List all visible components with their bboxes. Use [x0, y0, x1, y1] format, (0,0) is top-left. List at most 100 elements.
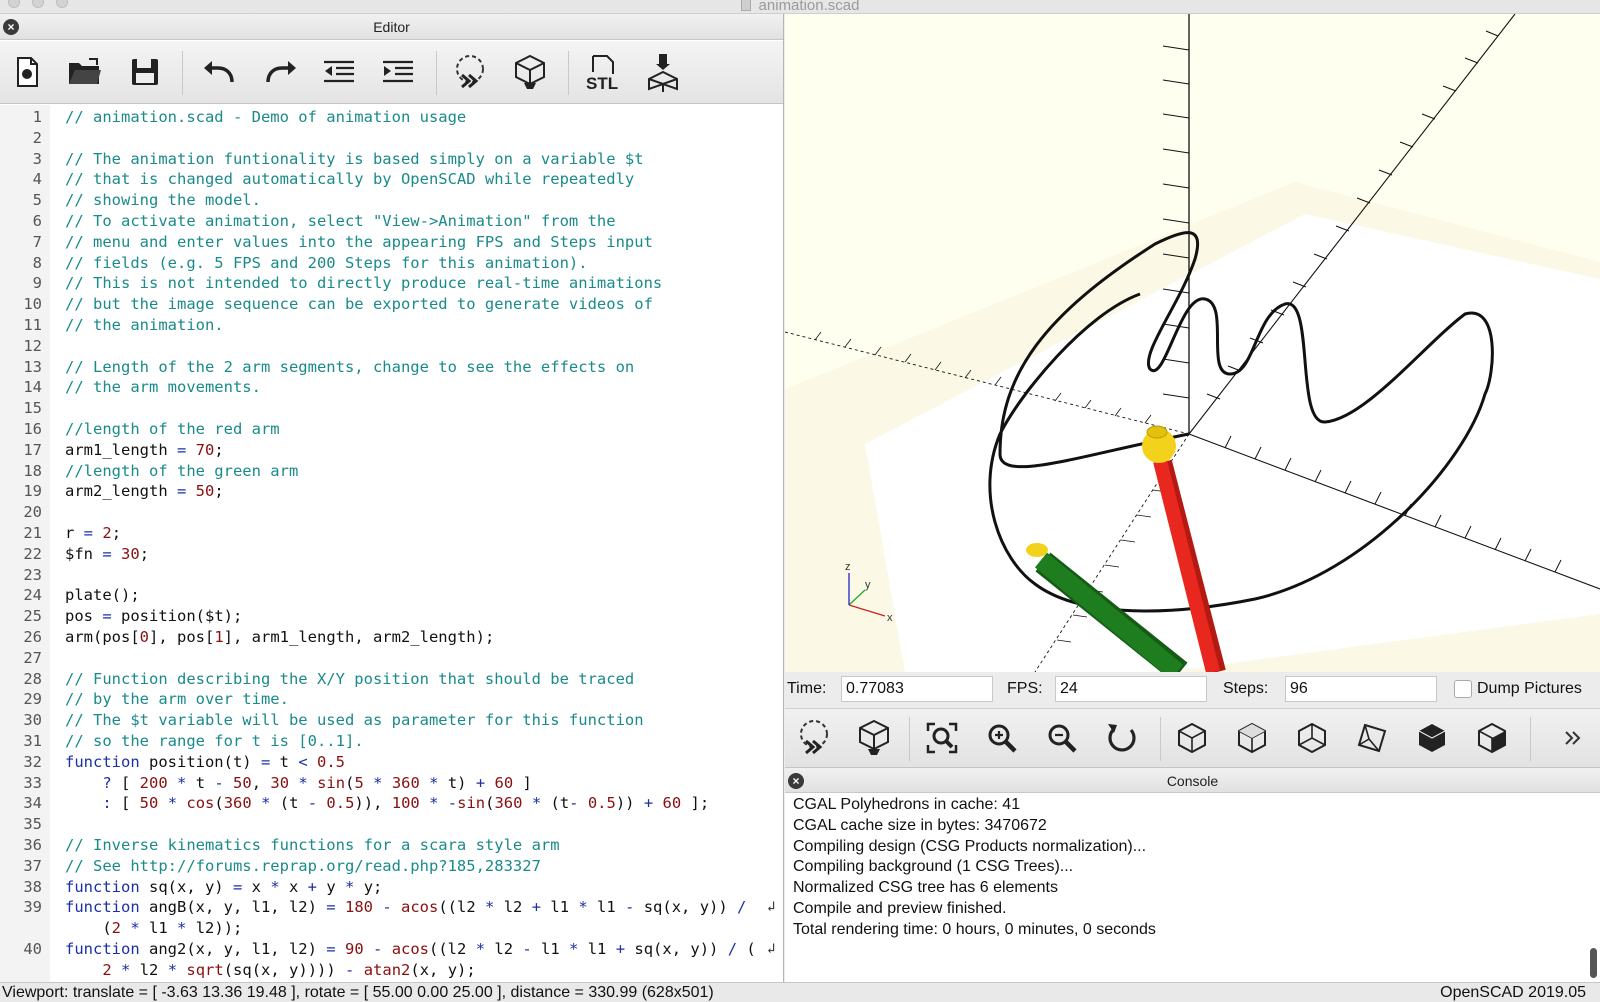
console-line: CGAL Polyhedrons in cache: 41 [793, 796, 1021, 813]
line-number: 39 [23, 898, 42, 917]
line-number: 12 [23, 336, 42, 355]
code-line[interactable]: 2 * l2 * sqrt(sq(x, y)))) - atan2(x, y); [0, 960, 783, 981]
code-line[interactable]: 7 // menu and enter values into the appea… [0, 232, 783, 253]
line-number: 19 [23, 482, 42, 501]
code-line[interactable]: 8 // fields (e.g. 5 FPS and 200 Steps for… [0, 253, 783, 274]
line-number: 37 [23, 856, 42, 875]
code-line[interactable]: 38 function sq(x, y) = x * x + y * y; [0, 877, 783, 898]
export-stl-icon[interactable]: STL [580, 49, 626, 95]
code-text: ? [ 200 * t - 50, 30 * sin(5 * 360 * t) … [102, 773, 532, 792]
view-bottom-icon[interactable] [1289, 715, 1335, 761]
view-right-icon[interactable] [1169, 715, 1215, 761]
reset-view-icon[interactable] [1099, 715, 1145, 761]
line-number: 20 [23, 503, 42, 522]
view-front-icon[interactable] [1409, 715, 1455, 761]
code-line[interactable]: 6 // To activate animation, select "View-… [0, 211, 783, 232]
code-line[interactable]: 19 arm2_length = 50; [0, 481, 783, 502]
code-line[interactable]: 34 : [ 50 * cos(360 * (t - 0.5)), 100 * … [0, 793, 783, 814]
line-number: 26 [23, 628, 42, 646]
preview-icon[interactable] [447, 49, 493, 95]
line-number: 31 [23, 732, 42, 750]
fps-input[interactable] [1055, 676, 1207, 702]
line-number: 22 [23, 544, 42, 563]
code-line[interactable]: 30 // The $t variable will be used as par… [0, 710, 783, 731]
code-line[interactable]: 20 [0, 502, 783, 523]
view-left-icon[interactable] [1349, 715, 1395, 761]
code-line[interactable]: 40 function ang2(x, y, l1, l2) = 90 - aco… [0, 939, 783, 960]
code-line[interactable]: 3 // The animation funtionality is based … [0, 149, 783, 170]
code-line[interactable]: 1 // animation.scad - Demo of animation u… [0, 107, 783, 128]
view-back-icon[interactable] [1469, 715, 1515, 761]
undo-icon[interactable] [197, 49, 243, 95]
view-preview-icon[interactable] [791, 715, 837, 761]
save-icon[interactable] [122, 49, 168, 95]
code-line[interactable]: 27 [0, 648, 783, 669]
code-line[interactable]: 15 [0, 398, 783, 419]
window-titlebar: animation.scad [0, 0, 1600, 14]
code-line[interactable]: 2 [0, 128, 783, 149]
code-line[interactable]: 24 plate(); [0, 585, 783, 606]
zoom-in-icon[interactable] [979, 715, 1025, 761]
code-line[interactable]: 4 // that is changed automatically by Ope… [0, 169, 783, 190]
unindent-icon[interactable] [316, 49, 362, 95]
console-scrollbar[interactable] [1590, 948, 1597, 978]
send-to-printer-icon[interactable] [640, 49, 686, 95]
code-line[interactable]: 33 ? [ 200 * t - 50, 30 * sin(5 * 360 * … [0, 773, 783, 794]
code-line[interactable]: 39 function angB(x, y, l1, l2) = 180 - ac… [0, 897, 783, 918]
end-joint [1026, 543, 1048, 557]
steps-input[interactable] [1285, 676, 1437, 702]
code-line[interactable]: 21 r = 2; [0, 523, 783, 544]
code-line[interactable]: 16 //length of the red arm [0, 419, 783, 440]
code-line[interactable]: 29 // by the arm over time. [0, 689, 783, 710]
3d-viewport[interactable]: x y z [785, 14, 1600, 672]
line-number: 35 [23, 815, 42, 834]
status-bar: Viewport: translate = [ -3.63 13.36 19.4… [0, 982, 1600, 1002]
view-toolbar [785, 708, 1600, 768]
version-label: OpenSCAD 2019.05 [1440, 984, 1586, 1001]
code-editor[interactable]: 1 // animation.scad - Demo of animation u… [0, 105, 783, 982]
code-line[interactable]: 5 // showing the model. [0, 190, 783, 211]
more-icon[interactable] [1553, 715, 1593, 761]
code-line[interactable]: 23 [0, 565, 783, 586]
code-line[interactable]: 11 // the animation. [0, 315, 783, 336]
editor-title: Editor [373, 19, 410, 35]
zoom-out-icon[interactable] [1039, 715, 1085, 761]
code-line[interactable]: 31 // so the range for t is [0..1]. [0, 731, 783, 752]
code-line[interactable]: 26 arm(pos[0], pos[1], arm1_length, arm2_… [0, 627, 783, 648]
dump-pictures-checkbox[interactable] [1454, 680, 1472, 698]
render-icon[interactable] [507, 49, 553, 95]
line-number: 17 [23, 440, 42, 459]
code-line[interactable]: 10 // but the image sequence can be expor… [0, 294, 783, 315]
code-line[interactable]: 14 // the arm movements. [0, 377, 783, 398]
view-render-icon[interactable] [851, 715, 897, 761]
code-text: // animation.scad - Demo of animation us… [65, 108, 467, 126]
steps-label: Steps: [1223, 680, 1269, 697]
code-line[interactable]: 36 // Inverse kinematics functions for a … [0, 835, 783, 856]
code-line[interactable]: 12 [0, 336, 783, 357]
view-top-icon[interactable] [1229, 715, 1275, 761]
code-line[interactable]: 9 // This is not intended to directly pro… [0, 273, 783, 294]
code-line[interactable]: 32 function position(t) = t < 0.5 [0, 752, 783, 773]
code-line[interactable]: 18 //length of the green arm [0, 461, 783, 482]
open-file-icon[interactable] [62, 49, 108, 95]
line-number: 36 [23, 836, 42, 854]
new-file-icon[interactable] [4, 49, 50, 95]
time-input[interactable] [841, 676, 993, 702]
code-line[interactable]: 13 // Length of the 2 arm segments, chang… [0, 357, 783, 378]
code-line[interactable]: 25 pos = position($t); [0, 606, 783, 627]
code-line[interactable]: 17 arm1_length = 70; [0, 440, 783, 461]
code-line[interactable]: 37 // See http://forums.reprap.org/read.p… [0, 856, 783, 877]
viewport-status: Viewport: translate = [ -3.63 13.36 19.4… [2, 984, 714, 1001]
view-all-icon[interactable] [919, 715, 965, 761]
code-text: // fields (e.g. 5 FPS and 200 Steps for … [65, 253, 588, 272]
code-line[interactable]: 28 // Function describing the X/Y positio… [0, 669, 783, 690]
code-text: // by the arm over time. [65, 690, 289, 709]
code-text: arm(pos[0], pos[1], arm1_length, arm2_le… [65, 628, 495, 646]
indent-icon[interactable] [375, 49, 421, 95]
code-line[interactable]: 35 [0, 814, 783, 835]
code-line[interactable]: (2 * l1 * l2)); [0, 918, 783, 939]
redo-icon[interactable] [257, 49, 303, 95]
code-line[interactable]: 22 $fn = 30; [0, 544, 783, 565]
line-number: 6 [32, 212, 42, 230]
code-text: r = 2; [65, 524, 122, 542]
